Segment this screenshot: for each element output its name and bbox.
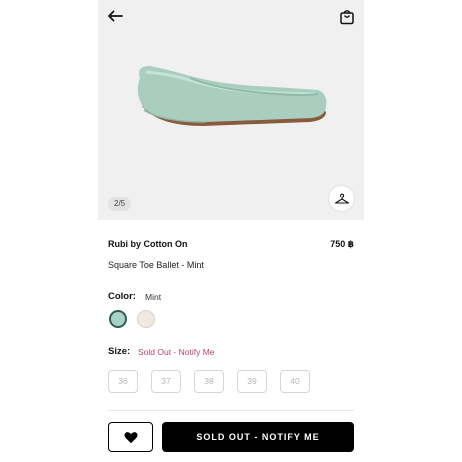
product-image (137, 66, 327, 126)
size-option-36[interactable]: 36 (108, 370, 138, 393)
back-arrow-icon (108, 10, 123, 22)
size-label: Size: (108, 346, 131, 357)
shopping-bag-icon (340, 10, 354, 25)
divider (108, 410, 354, 411)
size-guide-button[interactable] (329, 186, 354, 211)
size-notify-link[interactable]: Sold Out - Notify Me (138, 347, 215, 357)
size-option-40[interactable]: 40 (280, 370, 310, 393)
image-counter: 2/5 (108, 197, 132, 211)
back-button[interactable] (104, 5, 126, 27)
product-price: 750 ฿ (330, 239, 354, 249)
color-swatch-ivory[interactable] (137, 310, 155, 328)
product-screen: 2/5 Rubi by Cotton On 750 ฿ Square Toe B… (98, 0, 364, 462)
product-gallery[interactable]: 2/5 (98, 0, 364, 220)
size-option-39[interactable]: 39 (237, 370, 267, 393)
product-brand: Rubi by Cotton On (108, 239, 188, 249)
notify-me-button[interactable]: SOLD OUT - NOTIFY ME (162, 422, 354, 452)
product-name: Square Toe Ballet - Mint (108, 260, 204, 270)
color-swatch-mint[interactable] (109, 310, 127, 328)
cart-button[interactable] (336, 6, 358, 28)
hanger-icon (334, 193, 349, 204)
size-option-37[interactable]: 37 (151, 370, 181, 393)
color-label: Color: (108, 291, 136, 302)
wishlist-button[interactable] (108, 422, 153, 452)
heart-icon (124, 431, 137, 443)
selected-color: Mint (145, 292, 162, 302)
size-option-38[interactable]: 38 (194, 370, 224, 393)
